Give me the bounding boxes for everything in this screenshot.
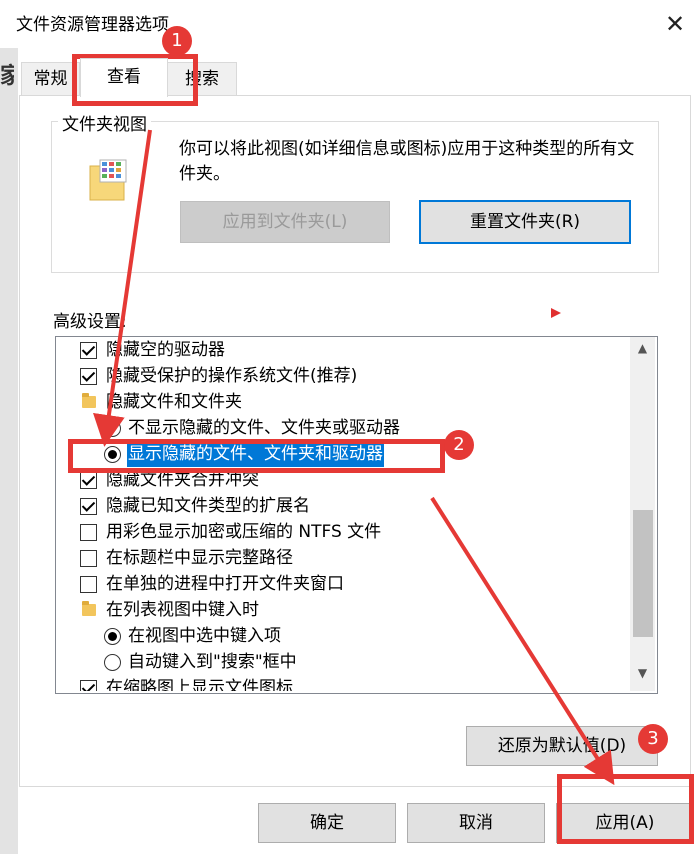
annotation-arrows: [93, 129, 615, 786]
tab-view[interactable]: 查看: [80, 58, 168, 97]
arrow-step2-to-step3: [430, 496, 615, 786]
arrow-step1-to-step2: [93, 129, 152, 447]
